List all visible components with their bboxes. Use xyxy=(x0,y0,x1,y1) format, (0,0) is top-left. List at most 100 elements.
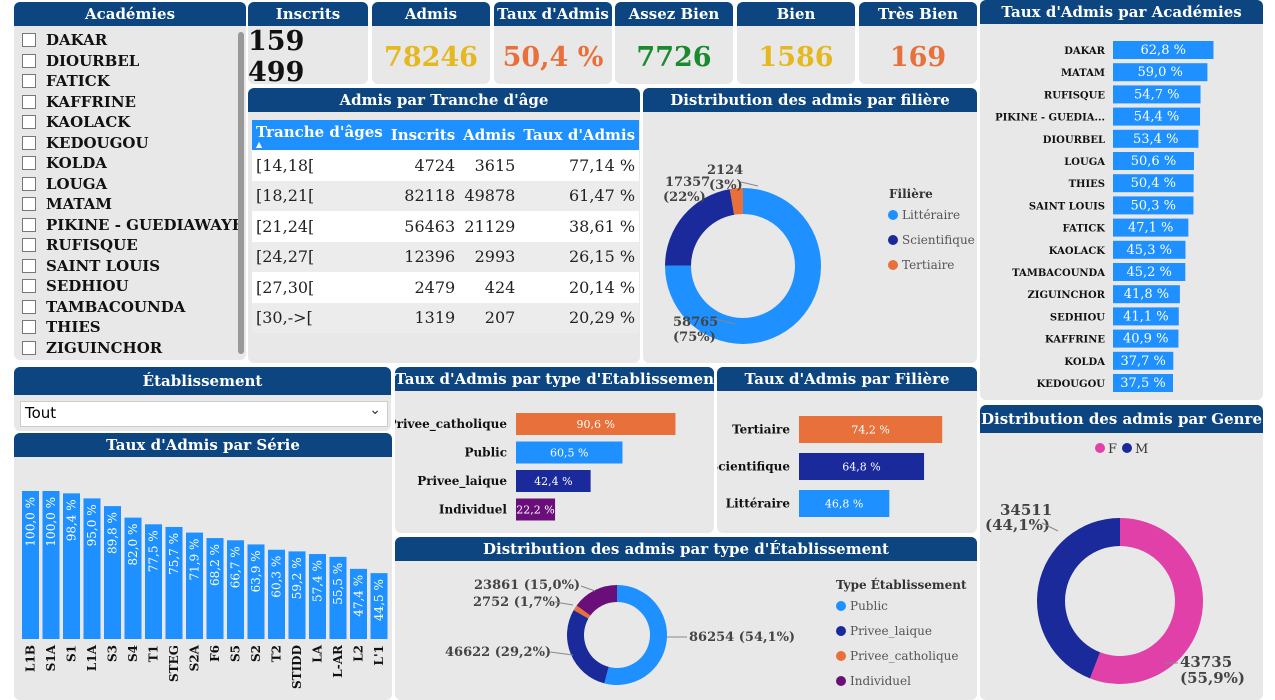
serie-category-label: LA xyxy=(311,644,325,662)
checkbox[interactable] xyxy=(22,238,36,253)
academie-checkbox-item[interactable]: THIES xyxy=(22,317,234,338)
kpi-card: Assez Bien 7726 xyxy=(615,2,733,84)
filiere-bars-title: Taux d'Admis par Filière xyxy=(717,367,977,391)
age-table-header[interactable]: Tranche d'âges ▲ xyxy=(252,120,387,150)
legend-label: Privee_catholique xyxy=(850,649,958,663)
checkbox[interactable] xyxy=(22,217,36,232)
serie-category-label: L1B xyxy=(24,645,38,672)
bar-category-label: Individuel xyxy=(439,503,508,517)
academie-checkbox-item[interactable]: DIOURBEL xyxy=(22,51,234,72)
column-label: Taux d'Admis xyxy=(523,126,636,144)
type-etab-donut-panel: Distribution des admis par type d'Établi… xyxy=(395,537,977,700)
serie-category-label: L2 xyxy=(352,645,366,662)
kpi-title: Taux d'Admis xyxy=(494,2,612,26)
legend-marker xyxy=(888,260,898,270)
checkbox[interactable] xyxy=(22,74,36,89)
checkbox[interactable] xyxy=(22,94,36,109)
serie-bar-label: 55,5 % xyxy=(331,563,345,605)
bar-value-label: 50,4 % xyxy=(1131,176,1176,191)
table-row: [14,18[4724 3615 77,14 % xyxy=(252,150,640,181)
table-cell: 424 xyxy=(459,272,520,303)
filiere-bar-chart: Tertiaire 74,2 % Scientifique 64,8 % Littéra… xyxy=(717,416,943,517)
bar-category-label: PIKINE - GUEDIA... xyxy=(995,113,1105,124)
academie-checkbox-item[interactable]: KAFFRINE xyxy=(22,92,234,113)
type-etab-bars-panel: Taux d'Admis par type d'Etablissement Pr… xyxy=(395,367,714,533)
academie-checkbox-item[interactable]: ZIGUINCHOR xyxy=(22,338,234,359)
checkbox[interactable] xyxy=(22,115,36,130)
bar-value-label: 37,5 % xyxy=(1120,376,1165,391)
age-table: Tranche d'âges ▲ Inscrits Admis Taux d'Admis… xyxy=(252,120,640,333)
genre-donut-panel: Distribution des admis par Genre F M 34511… xyxy=(980,405,1263,700)
academie-label: PIKINE - GUEDIAWAYE xyxy=(46,215,244,234)
bar-category-label: ZIGUINCHOR xyxy=(1028,290,1106,301)
serie-bar-label: 77,5 % xyxy=(147,530,161,572)
table-cell: 2479 xyxy=(386,272,460,303)
age-table-header[interactable]: Taux d'Admis xyxy=(519,120,640,150)
academie-checkbox-item[interactable]: TAMBACOUNDA xyxy=(22,297,234,318)
academie-label: KOLDA xyxy=(46,154,107,173)
table-cell: 38,61 % xyxy=(519,211,640,242)
serie-bar-chart: 100,0 % L1B 100,0 % S1A 98,4 % S1 95,0 % L1A 89,… xyxy=(22,491,388,689)
academie-label: SAINT LOUIS xyxy=(46,256,161,275)
donut-slice-privee-laique[interactable] xyxy=(567,610,609,684)
academie-checkbox-item[interactable]: PIKINE - GUEDIAWAYE xyxy=(22,215,243,236)
serie-category-label: S2 xyxy=(249,645,263,662)
checkbox[interactable] xyxy=(22,258,36,273)
serie-category-label: L'1 xyxy=(372,645,386,665)
type-etab-bars-title: Taux d'Admis par type d'Etablissement xyxy=(395,367,714,391)
legend-marker xyxy=(836,651,846,661)
academie-checkbox-item[interactable]: MATAM xyxy=(22,194,234,215)
age-table-header[interactable]: Admis xyxy=(459,120,520,150)
table-cell: 56463 xyxy=(386,211,460,242)
donut-slice-m[interactable] xyxy=(1037,518,1120,679)
checkbox[interactable] xyxy=(22,197,36,212)
table-cell: 21129 xyxy=(459,211,520,242)
academies-scrollbar[interactable] xyxy=(238,32,244,354)
serie-category-label: STIDD xyxy=(290,645,304,689)
checkbox[interactable] xyxy=(22,53,36,68)
bar-category-label: LOUGA xyxy=(1064,157,1105,168)
table-cell: 2993 xyxy=(459,241,520,272)
checkbox[interactable] xyxy=(22,33,36,48)
academie-checkbox-item[interactable]: LOUGA xyxy=(22,174,234,195)
checkbox[interactable] xyxy=(22,279,36,294)
donut-label: (44,1%) xyxy=(985,516,1050,534)
serie-bar-label: 75,7 % xyxy=(167,533,181,575)
table-cell: 26,15 % xyxy=(519,241,640,272)
bar-category-label: DIOURBEL xyxy=(1043,135,1105,146)
serie-bars-title: Taux d'Admis par Série xyxy=(14,433,392,457)
kpi-card: Bien 1586 xyxy=(737,2,855,84)
age-table-header[interactable]: Inscrits xyxy=(386,120,460,150)
academie-checkbox-item[interactable]: FATICK xyxy=(22,71,234,92)
checkbox[interactable] xyxy=(22,340,36,355)
checkbox[interactable] xyxy=(22,320,36,335)
donut-label: 17357 xyxy=(665,175,710,190)
academie-label: LOUGA xyxy=(46,174,108,193)
academie-checkbox-item[interactable]: SAINT LOUIS xyxy=(22,256,234,277)
academie-checkbox-item[interactable]: RUFISQUE xyxy=(22,235,234,256)
bar-value-label: 40,9 % xyxy=(1123,332,1168,347)
donut-label: 2124 xyxy=(707,163,743,178)
table-row: [24,27[12396 2993 26,15 % xyxy=(252,241,640,272)
checkbox[interactable] xyxy=(22,135,36,150)
checkbox[interactable] xyxy=(22,156,36,171)
serie-bar-label: 47,4 % xyxy=(352,575,366,617)
checkbox[interactable] xyxy=(22,176,36,191)
table-cell: 20,14 % xyxy=(519,272,640,303)
etablissement-dropdown[interactable]: Tout ⌄ xyxy=(20,401,388,427)
academie-checkbox-item[interactable]: SEDHIOU xyxy=(22,276,234,297)
table-cell: 12396 xyxy=(386,241,460,272)
academie-checkbox-item[interactable]: KEDOUGOU xyxy=(22,133,234,154)
type-etab-donut-chart: 86254 (54,1%) 46622 (29,2%) 2752 (1,7%) 238… xyxy=(445,577,967,688)
table-cell: 77,14 % xyxy=(519,150,640,181)
serie-category-label: T2 xyxy=(270,645,284,662)
academie-checkbox-item[interactable]: KAOLACK xyxy=(22,112,234,133)
checkbox[interactable] xyxy=(22,299,36,314)
academie-checkbox-item[interactable]: DAKAR xyxy=(22,30,234,51)
table-cell: 1319 xyxy=(386,302,460,333)
table-row: [27,30[2479 424 20,14 % xyxy=(252,272,640,303)
filiere-donut-chart: 58765(75%) 17357(22%)2124(3%) Filière Litté… xyxy=(663,163,975,345)
kpi-value: 169 xyxy=(889,41,947,73)
academie-checkbox-item[interactable]: KOLDA xyxy=(22,153,234,174)
academie-label: KAFFRINE xyxy=(46,92,136,111)
